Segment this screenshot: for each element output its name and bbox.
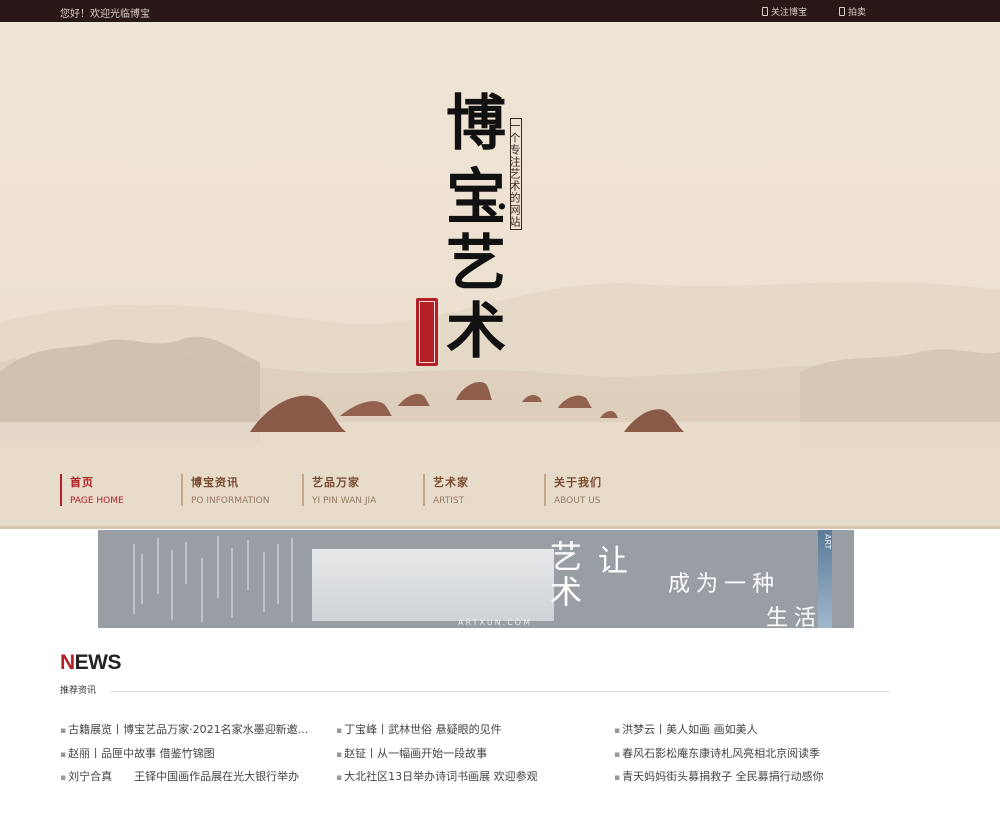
news-item[interactable]: ▪ 春风石影松庵东康诗札风亮相北京阅读季 [614, 743, 874, 767]
news-item-title: 赵丽丨品匣中故事 借鉴竹锦图 [68, 746, 215, 760]
banner-life-text: 生活 [766, 606, 823, 628]
bullet-icon: ▪ [336, 726, 343, 736]
nav-item-sublabel: PAGE HOME [70, 496, 124, 506]
logo-char-yi: 艺 [446, 229, 506, 299]
nav-item-label: 关于我们 [554, 476, 602, 489]
banner-become-text: 成为一种 [668, 572, 781, 597]
nav-item-label: 艺术家 [433, 476, 469, 489]
nav-item-label: 首页 [70, 476, 94, 489]
news-item[interactable]: ▪ 赵丽丨品匣中故事 借鉴竹锦图 [60, 743, 320, 767]
news-item[interactable]: ▪ 赵钲丨从一幅画开始一段故事 [336, 743, 596, 767]
nav-item-sublabel: PO INFORMATION [191, 496, 270, 506]
news-item[interactable]: ▪ 刘宁合真 王铎中国画作品展在光大银行举办 [60, 766, 320, 790]
logo-char-dot: · [496, 187, 508, 227]
news-divider [110, 691, 890, 692]
banner-strip-text: ART [823, 534, 832, 550]
top-links: 关注博宝 拍卖 [762, 5, 866, 18]
news-item[interactable]: ▪ 青天妈妈街头募捐救子 全民募捐行动感你 [614, 766, 874, 790]
top-link-follow[interactable]: 关注博宝 [762, 5, 807, 18]
banner-rang-text: 让 [598, 544, 628, 579]
nav-item-information[interactable]: 博宝资讯 PO INFORMATION [181, 474, 302, 506]
bullet-icon: ▪ [614, 749, 621, 760]
top-link-follow-label: 关注博宝 [771, 8, 808, 18]
logo-char-shu: 术 [446, 297, 506, 367]
news-heading-initial: N [60, 651, 75, 674]
bullet-icon: ▪ [614, 726, 621, 736]
nav-item-sublabel: ARTIST [433, 496, 465, 506]
news-item-title: 刘宁合真 王铎中国画作品展在光大银行举办 [68, 770, 300, 783]
sand-dune-image [312, 549, 554, 621]
bullet-icon: ▪ [60, 726, 67, 736]
promo-banner[interactable]: ARTXUN.COM 艺术 让 成为一种 生活 ART [98, 530, 854, 628]
banner-art-text: 艺术 [550, 538, 583, 612]
bullet-icon: ▪ [614, 773, 621, 783]
nav-item-label: 艺品万家 [312, 476, 360, 489]
news-item[interactable]: ▪ 大北社区13日举办诗词书画展 欢迎参观 [336, 766, 596, 790]
hero-banner: 一个专注艺术的网站 博 宝 · 艺 术 [0, 22, 1000, 528]
news-item[interactable]: ▪ 丁宝峰丨武林世俗 悬疑眼的见件 [336, 719, 596, 743]
phone-icon [762, 7, 768, 16]
news-column-3: ▪ 洪梦云丨美人如画 画如美人 ▪ 春风石影松庵东康诗札风亮相北京阅读季 ▪ 青天妈妈… [614, 719, 874, 790]
news-item[interactable]: ▪ 洪梦云丨美人如画 画如美人 [614, 719, 874, 743]
news-column-2: ▪ 丁宝峰丨武林世俗 悬疑眼的见件 ▪ 赵钲丨从一幅画开始一段故事 ▪ 大北社区13日… [336, 719, 596, 790]
nav-item-sublabel: ABOUT US [554, 496, 601, 506]
hero-divider [0, 526, 1000, 529]
news-item[interactable]: ▪ 古籍展览丨博宝艺品万家·2021名家水墨迎新邀... [60, 719, 320, 743]
nav-item-about[interactable]: 关于我们 ABOUT US [544, 474, 665, 506]
nav-item-yipinwanjia[interactable]: 艺品万家 YI PIN WAN JIA [302, 474, 423, 506]
news-item-title: 赵钲丨从一幅画开始一段故事 [344, 746, 488, 760]
nav-item-label: 博宝资讯 [191, 476, 239, 489]
news-item-title: 大北社区13日举办诗词书画展 欢迎参观 [344, 770, 538, 783]
phone-icon [839, 7, 846, 16]
nav-item-artist[interactable]: 艺术家 ARTIST [423, 474, 544, 506]
decorative-lines [133, 536, 293, 622]
news-item-title: 洪梦云丨美人如画 画如美人 [622, 723, 758, 736]
news-item-title: 青天妈妈街头募捐救子 全民募捐行动感你 [622, 770, 824, 783]
logo-char-bo: 博 [446, 89, 506, 159]
red-seal-logo [416, 298, 438, 366]
banner-watermark: ARTXUN.COM [458, 618, 532, 627]
bullet-icon: ▪ [336, 749, 343, 760]
news-item-title: 古籍展览丨博宝艺品万家·2021名家水墨迎新邀... [68, 723, 309, 736]
nav-item-sublabel: YI PIN WAN JIA [312, 496, 377, 506]
bullet-icon: ▪ [60, 749, 67, 760]
bullet-icon: ▪ [336, 773, 343, 783]
bullet-icon: ▪ [60, 773, 67, 783]
nav-item-home[interactable]: 首页 PAGE HOME [60, 474, 181, 506]
top-link-auction[interactable]: 拍卖 [839, 5, 866, 18]
news-item-title: 丁宝峰丨武林世俗 悬疑眼的见件 [344, 723, 502, 736]
top-link-auction-label: 拍卖 [848, 8, 867, 18]
main-nav: 首页 PAGE HOME 博宝资讯 PO INFORMATION 艺品万家 YI… [60, 474, 665, 506]
top-bar: 您好！欢迎光临博宝 关注博宝 拍卖 [0, 0, 1000, 22]
news-heading: NEWS [60, 651, 122, 675]
news-column-1: ▪ 古籍展览丨博宝艺品万家·2021名家水墨迎新邀... ▪ 赵丽丨品匣中故事 借鉴… [60, 719, 320, 790]
site-slogan: 一个专注艺术的网站 [508, 118, 522, 230]
news-subtitle: 推荐资讯 [60, 686, 97, 696]
welcome-text: 您好！欢迎光临博宝 [60, 9, 150, 20]
news-item-title: 春风石影松庵东康诗札风亮相北京阅读季 [622, 746, 821, 760]
news-heading-rest: EWS [74, 651, 122, 674]
